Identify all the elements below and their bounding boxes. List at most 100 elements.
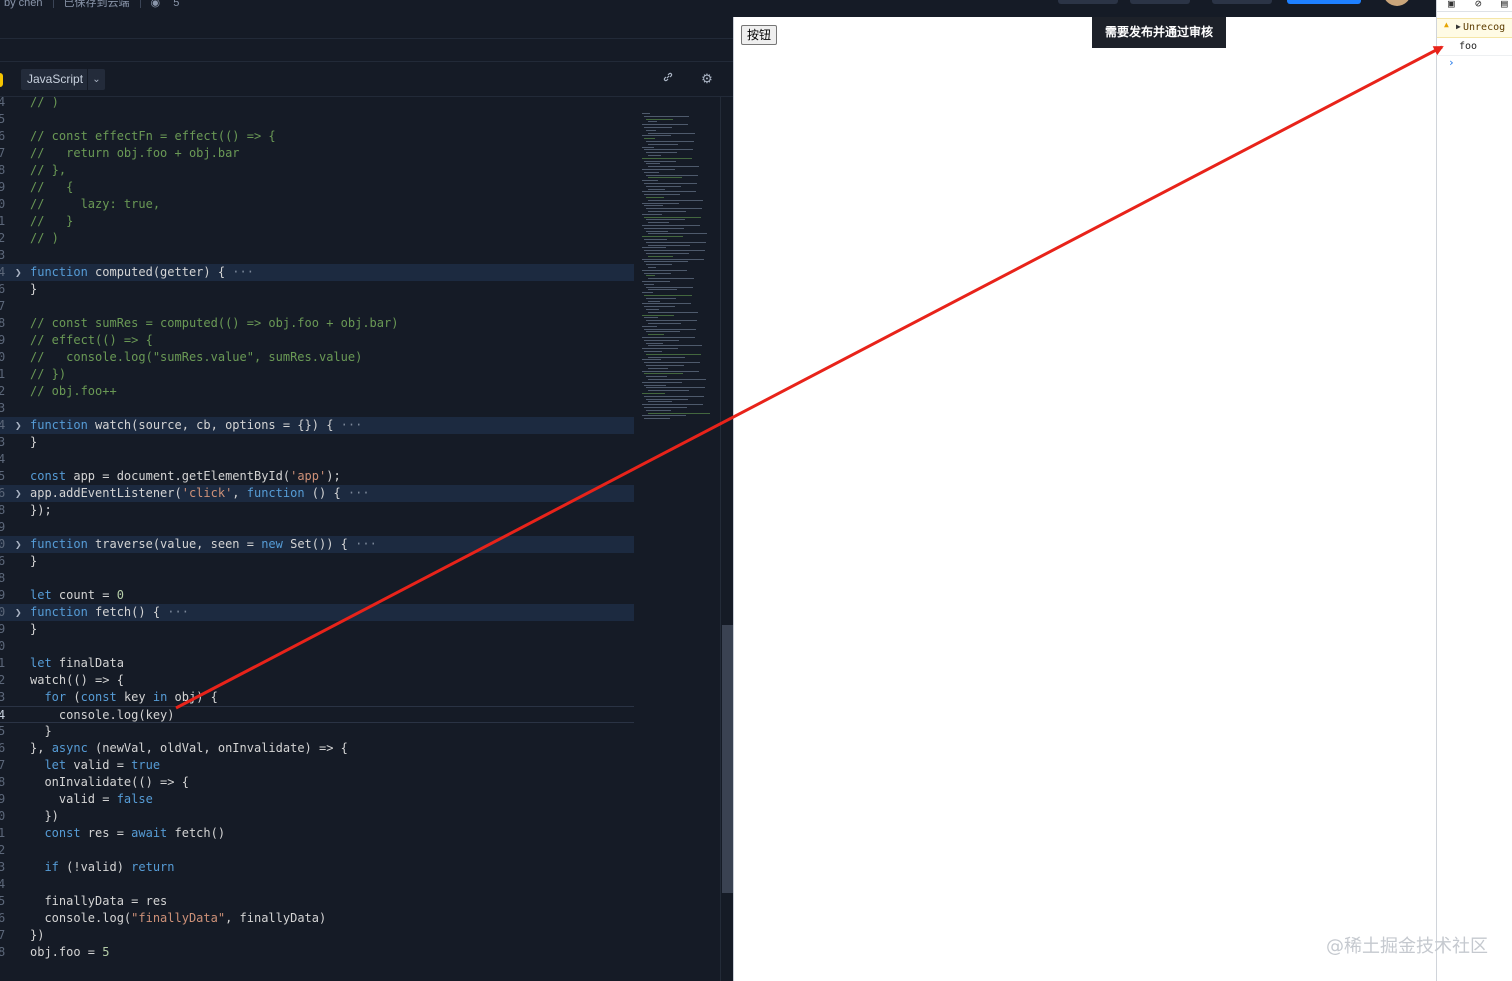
console-toolbar: ▣ ⊘ ▤ <box>1437 0 1512 12</box>
code-line[interactable]: 5 } <box>0 723 634 740</box>
code-line[interactable]: 6 ❯ app.addEventListener('click', function… <box>0 485 634 502</box>
code-line[interactable]: 4 <box>0 451 634 468</box>
eye-icon: ◉ <box>150 0 161 9</box>
author-label[interactable]: by chen <box>4 0 43 9</box>
code-text: // console.log("sumRes.value", sumRes.va… <box>30 350 363 364</box>
filter-icon[interactable]: ▤ <box>1501 0 1508 10</box>
top-action-button[interactable] <box>1058 0 1118 4</box>
code-text: obj.foo = 5 <box>30 945 110 959</box>
code-line[interactable]: 4 ❯ function computed(getter) { ··· <box>0 264 634 281</box>
code-line[interactable]: 9 <box>0 519 634 536</box>
fold-chevron-icon[interactable]: ❯ <box>15 536 22 553</box>
code-line[interactable]: 8 // }, <box>0 162 634 179</box>
code-line[interactable]: 5 <box>0 111 634 128</box>
console-prompt[interactable]: › <box>1448 56 1455 69</box>
line-number: 9 <box>0 588 6 602</box>
code-line[interactable]: 3 <box>0 247 634 264</box>
code-line[interactable]: 5 const app = document.getElementById('ap… <box>0 468 634 485</box>
save-status: 已保存到云端 <box>63 0 130 9</box>
code-text: // lazy: true, <box>30 197 161 211</box>
code-line[interactable]: 1 const res = await fetch() <box>0 825 634 842</box>
editor-scrollbar[interactable] <box>720 97 733 981</box>
minimap-line <box>642 404 703 406</box>
code-line[interactable]: 4 ❯ function watch(source, cb, options = {… <box>0 417 634 434</box>
view-count: 5 <box>173 0 180 9</box>
minimap-line <box>644 373 683 375</box>
console-log-row: foo <box>1437 38 1512 56</box>
link-icon[interactable] <box>660 71 676 87</box>
code-line[interactable]: 2 <box>0 842 634 859</box>
code-line[interactable]: 2 watch(() => { <box>0 672 634 689</box>
gear-icon[interactable]: ⚙ <box>699 71 715 87</box>
code-line[interactable]: 0 <box>0 638 634 655</box>
code-line[interactable]: 9} <box>0 621 634 638</box>
code-line[interactable]: 8 obj.foo = 5 <box>0 944 634 961</box>
expand-caret-icon[interactable]: ▶ <box>1456 22 1461 31</box>
code-line[interactable]: 6}, async (newVal, oldVal, onInvalidate)… <box>0 740 634 757</box>
line-number: 3 <box>0 401 6 415</box>
code-line[interactable]: 0 // console.log("sumRes.value", sumRes.v… <box>0 349 634 366</box>
scrollbar-thumb[interactable] <box>722 625 733 893</box>
preview-button[interactable]: 按钮 <box>741 25 778 45</box>
code-line[interactable]: 0 ❯ function traverse(value, seen = new Se… <box>0 536 634 553</box>
code-line[interactable]: 6 console.log("finallyData", finallyData… <box>0 910 634 927</box>
code-line[interactable]: 0 ❯ function fetch() { ··· <box>0 604 634 621</box>
code-line[interactable]: 9 valid = false <box>0 791 634 808</box>
code-area[interactable]: 4 // ) 5 6 // const effectFn = effect(() => … <box>0 97 640 981</box>
console-panel: ▣ ⊘ ▤ ▲ ▶ Unrecog foo › <box>1436 0 1512 981</box>
minimap-line <box>644 115 689 117</box>
publish-button[interactable] <box>1287 0 1361 4</box>
code-line[interactable]: 8 onInvalidate(() => { <box>0 774 634 791</box>
code-line[interactable]: 6 // const effectFn = effect(() => { <box>0 128 634 145</box>
line-number: 3 <box>0 860 6 874</box>
code-line[interactable]: 1 // }) <box>0 366 634 383</box>
code-line[interactable]: 9 // { <box>0 179 634 196</box>
code-line[interactable]: 7}) <box>0 927 634 944</box>
language-select[interactable]: JavaScript ⌄ <box>21 69 105 90</box>
fold-chevron-icon[interactable]: ❯ <box>15 604 22 621</box>
fold-chevron-icon[interactable]: ❯ <box>15 485 22 502</box>
top-action-button[interactable] <box>1212 0 1272 4</box>
minimap-line <box>648 356 685 358</box>
code-line[interactable]: 0 // lazy: true, <box>0 196 634 213</box>
code-line[interactable]: 5 finallyData = res <box>0 893 634 910</box>
chevron-down-icon[interactable]: ⌄ <box>87 69 105 90</box>
code-line[interactable]: 2 // obj.foo++ <box>0 383 634 400</box>
code-line[interactable]: 4 // ) <box>0 97 634 111</box>
code-line[interactable]: 3 <box>0 400 634 417</box>
code-line[interactable]: 4 <box>0 876 634 893</box>
fold-chevron-icon[interactable]: ❯ <box>15 264 22 281</box>
code-line[interactable]: 7 // return obj.foo + obj.bar <box>0 145 634 162</box>
panel-toggle-icon[interactable]: ▣ <box>1448 0 1455 10</box>
code-line[interactable]: 9 // effect(() => { <box>0 332 634 349</box>
code-line[interactable]: 7 <box>0 298 634 315</box>
code-line[interactable]: 7 let valid = true <box>0 757 634 774</box>
code-line[interactable]: 8 // const sumRes = computed(() => obj.fo… <box>0 315 634 332</box>
code-line[interactable]: 3 for (const key in obj) { <box>0 689 634 706</box>
console-warning-row[interactable]: ▲ ▶ Unrecog <box>1437 18 1512 38</box>
code-text: const res = await fetch() <box>44 826 226 840</box>
code-text: function watch(source, cb, options = {})… <box>30 418 363 432</box>
code-line[interactable]: 9 let count = 0 <box>0 587 634 604</box>
code-text: let finalData <box>30 656 124 670</box>
code-line[interactable]: 3} <box>0 434 634 451</box>
fold-chevron-icon[interactable]: ❯ <box>15 417 22 434</box>
code-line[interactable]: 3 if (!valid) return <box>0 859 634 876</box>
code-line[interactable]: 8}); <box>0 502 634 519</box>
code-line[interactable]: 6} <box>0 553 634 570</box>
code-line[interactable]: 1 let finalData <box>0 655 634 672</box>
minimap-line <box>644 160 676 162</box>
avatar[interactable] <box>1383 0 1411 6</box>
code-line[interactable]: 4 console.log(key) <box>0 706 634 723</box>
minimap-line <box>644 138 655 140</box>
code-line[interactable]: 0 }) <box>0 808 634 825</box>
minimap-line <box>642 157 692 159</box>
code-line[interactable]: 8 <box>0 570 634 587</box>
code-line[interactable]: 2 // ) <box>0 230 634 247</box>
clear-console-icon[interactable]: ⊘ <box>1475 0 1482 10</box>
top-action-button[interactable] <box>1130 0 1190 4</box>
minimap-line <box>642 415 686 417</box>
code-line[interactable]: 6} <box>0 281 634 298</box>
minimap[interactable] <box>640 97 720 420</box>
code-line[interactable]: 1 // } <box>0 213 634 230</box>
